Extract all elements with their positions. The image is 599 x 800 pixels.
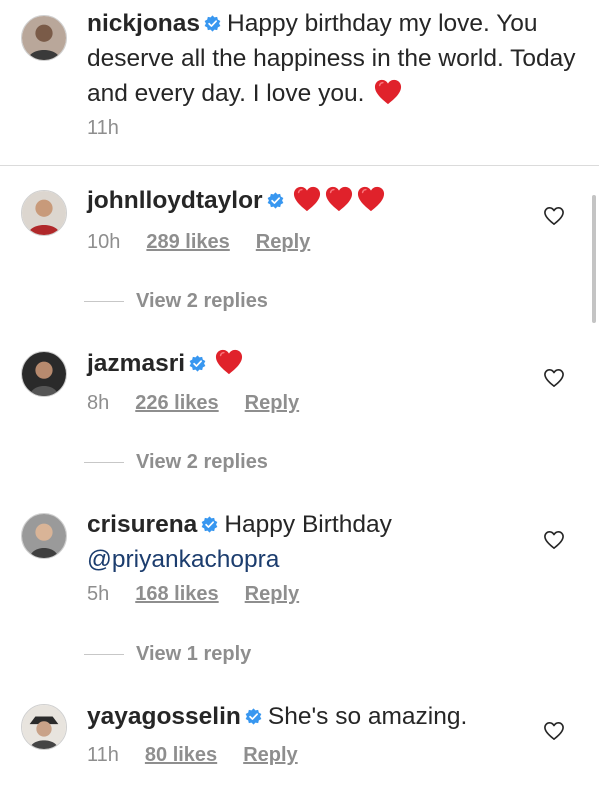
comment-username[interactable]: johnlloydtaylor xyxy=(87,187,263,214)
caption-meta: 11h xyxy=(87,117,145,140)
comment-meta: 11h 80 likes Reply xyxy=(87,744,324,767)
reply-link[interactable]: Reply xyxy=(245,392,299,414)
likes-link[interactable]: 168 likes xyxy=(135,583,218,605)
verified-badge-icon xyxy=(245,708,262,725)
like-heart-icon[interactable] xyxy=(543,530,565,550)
comment-body: She's so amazing. xyxy=(267,703,468,730)
avatar[interactable] xyxy=(21,704,67,750)
divider-dash xyxy=(84,301,124,303)
comment-text: johnlloydtaylor xyxy=(87,183,527,218)
view-replies-button[interactable]: View 1 reply xyxy=(84,643,251,666)
timestamp: 5h xyxy=(87,583,110,605)
verified-badge-icon xyxy=(267,192,284,209)
like-heart-icon[interactable] xyxy=(543,721,565,741)
comment-text: yayagosselin She's so amazing. xyxy=(87,699,527,734)
caption-username[interactable]: nickjonas xyxy=(87,10,200,37)
comment-meta: 5h 168 likes Reply xyxy=(87,583,325,606)
view-replies-button[interactable]: View 2 replies xyxy=(84,290,268,313)
comment-body: Happy Birthday xyxy=(224,511,392,538)
timestamp: 10h xyxy=(87,231,121,253)
verified-badge-icon xyxy=(201,516,218,533)
reply-link[interactable]: Reply xyxy=(245,583,299,605)
comment-text: crisurena Happy Birthday @priyankachopra xyxy=(87,507,527,577)
heart-emoji-icon xyxy=(356,185,386,213)
verified-badge-icon xyxy=(189,355,206,372)
avatar[interactable] xyxy=(21,15,67,61)
heart-emoji-icon xyxy=(373,78,403,106)
comment-username[interactable]: jazmasri xyxy=(87,350,185,377)
view-replies-label: View 1 reply xyxy=(136,643,252,665)
heart-emoji-icon xyxy=(292,185,322,213)
divider-dash xyxy=(84,462,124,464)
divider-dash xyxy=(84,654,124,656)
scrollbar[interactable] xyxy=(592,195,596,323)
timestamp: 8h xyxy=(87,392,110,414)
heart-emoji-icon xyxy=(324,185,354,213)
avatar[interactable] xyxy=(21,190,67,236)
likes-link[interactable]: 289 likes xyxy=(146,231,229,253)
mention-link[interactable]: @priyankachopra xyxy=(87,546,279,573)
post-caption: nickjonas Happy birthday my love. You des… xyxy=(0,0,599,166)
likes-link[interactable]: 226 likes xyxy=(135,392,218,414)
reply-link[interactable]: Reply xyxy=(243,744,297,766)
comment-username[interactable]: crisurena xyxy=(87,511,197,538)
like-heart-icon[interactable] xyxy=(543,368,565,388)
avatar[interactable] xyxy=(21,351,67,397)
comment-text: jazmasri xyxy=(87,346,527,381)
like-heart-icon[interactable] xyxy=(543,206,565,226)
reply-link[interactable]: Reply xyxy=(256,231,310,253)
comment-meta: 10h 289 likes Reply xyxy=(87,231,336,254)
view-replies-button[interactable]: View 2 replies xyxy=(84,451,268,474)
avatar[interactable] xyxy=(21,513,67,559)
comment-meta: 8h 226 likes Reply xyxy=(87,392,325,415)
timestamp: 11h xyxy=(87,744,119,766)
likes-link[interactable]: 80 likes xyxy=(145,744,217,766)
caption-text: nickjonas Happy birthday my love. You des… xyxy=(87,6,577,111)
view-replies-label: View 2 replies xyxy=(136,451,268,473)
verified-badge-icon xyxy=(204,15,221,32)
timestamp: 11h xyxy=(87,117,119,139)
heart-emoji-icon xyxy=(214,348,244,376)
comment-username[interactable]: yayagosselin xyxy=(87,703,241,730)
view-replies-label: View 2 replies xyxy=(136,290,268,312)
